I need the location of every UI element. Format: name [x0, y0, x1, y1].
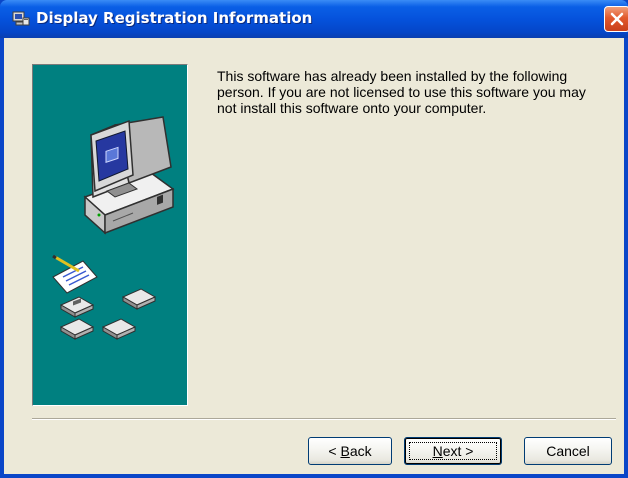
back-button[interactable]: < Back [308, 437, 392, 465]
window-title: Display Registration Information [36, 9, 313, 27]
window-frame-bottom [0, 474, 628, 478]
back-button-prefix: < [328, 443, 341, 459]
computer-with-disks-illustration [52, 116, 175, 340]
back-button-accelerator: B [340, 443, 350, 459]
dialog-body: This software has already been installed… [4, 38, 624, 474]
side-panel-illustration [32, 64, 188, 406]
license-message: This software has already been installed… [217, 68, 586, 116]
back-button-label-rest: ack [349, 443, 372, 459]
close-button[interactable] [604, 6, 628, 32]
cancel-button[interactable]: Cancel [524, 437, 612, 465]
next-button[interactable]: Next > [404, 437, 502, 465]
close-icon [610, 12, 624, 26]
window-frame-right [624, 38, 628, 478]
next-button-focus-ring [409, 442, 497, 460]
title-bar[interactable]: Display Registration Information [0, 0, 628, 38]
dialog-window: Display Registration Information This so… [0, 0, 628, 478]
setup-computer-icon [12, 11, 30, 26]
button-separator [32, 418, 616, 420]
